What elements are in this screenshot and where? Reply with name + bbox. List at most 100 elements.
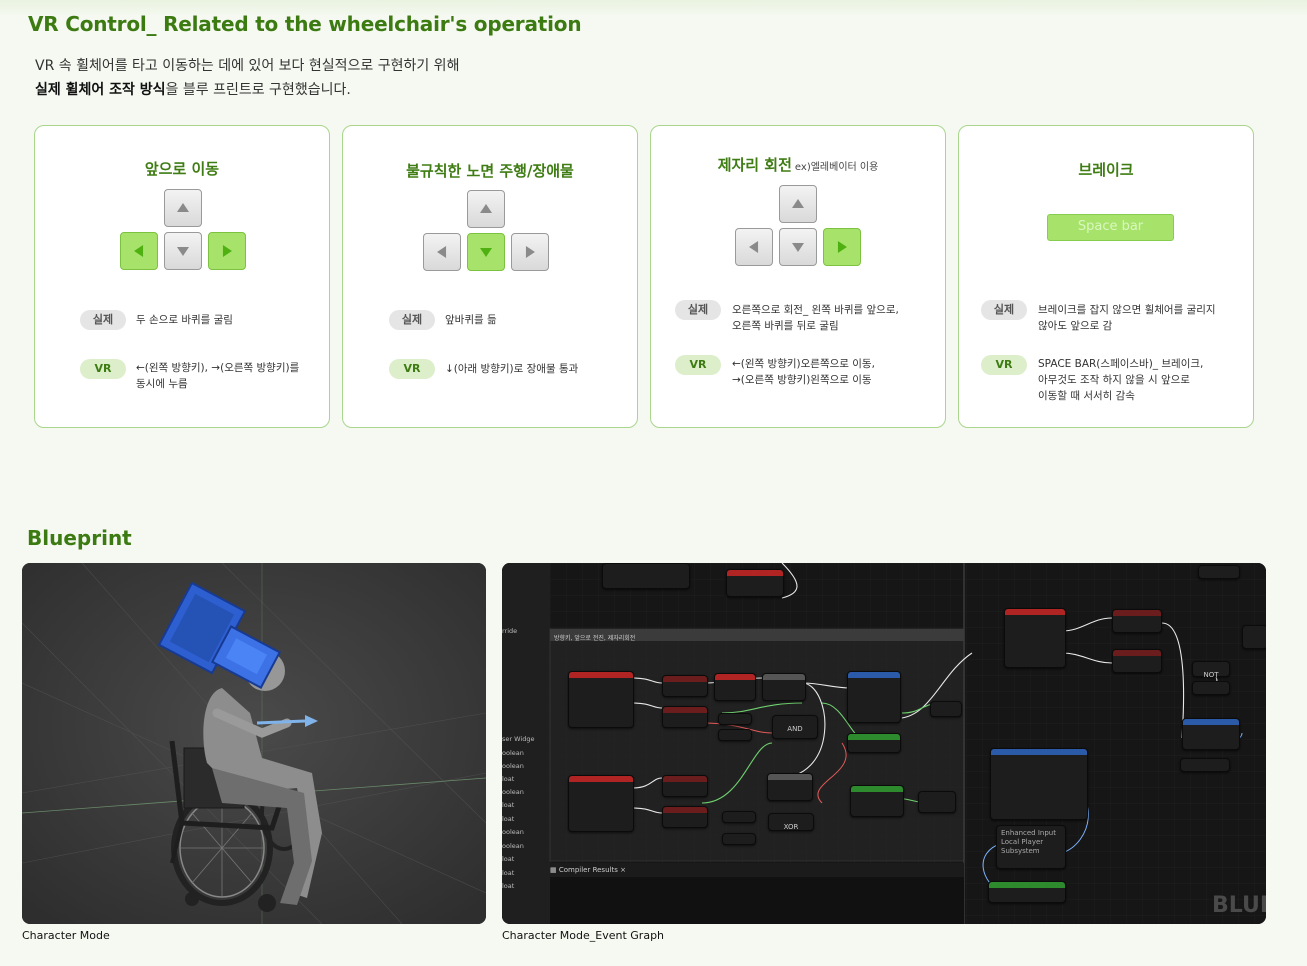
add-input-node[interactable] <box>850 785 904 817</box>
branch-node[interactable] <box>767 773 813 801</box>
intro-text-line-1: VR 속 휠체어를 타고 이동하는 데에 있어 보다 현실적으로 구현하기 위해 <box>35 58 460 74</box>
compiler-results-tab[interactable]: ▦ Compiler Results × <box>550 866 626 874</box>
vr-line: ←(왼쪽 방향키)오른쪽으로 이동, <box>732 358 875 370</box>
close-icon[interactable]: × <box>620 866 626 874</box>
control-card-forward: 앞으로 이동 실제 두 손으로 바퀴를 굴림 VR ←(왼쪽 방향키), →(오… <box>34 125 330 428</box>
real-description: 오른쪽으로 회전_ 왼쪽 바퀴를 앞으로, 오른쪽 바퀴를 뒤로 굴림 <box>732 302 899 334</box>
left-arrow-key <box>120 232 158 270</box>
card-title-example: ex)엘레베이터 이용 <box>794 162 879 173</box>
set-braking-node[interactable] <box>1112 609 1162 633</box>
input-action-node[interactable] <box>568 775 634 832</box>
make-vector-node[interactable] <box>930 701 962 717</box>
node-header <box>1113 610 1161 616</box>
event-graph-viewport: ser Widge oolean oolean loat oolean loat… <box>502 563 1266 924</box>
node-header <box>1183 719 1239 725</box>
variable-row[interactable]: oolean <box>502 842 545 850</box>
and-node[interactable]: AND <box>772 715 818 739</box>
node-header <box>715 674 755 680</box>
truncated-node[interactable] <box>1242 625 1266 649</box>
is-braking-get-node[interactable] <box>1192 681 1230 695</box>
variable-row[interactable]: ser Widge <box>502 735 545 743</box>
variable-row[interactable]: loat <box>502 882 545 890</box>
left-pressed-node[interactable] <box>1198 565 1240 579</box>
set-movement-immobility-node[interactable] <box>1182 718 1240 750</box>
vr-line: SPACE BAR(스페이스바)_ 브레이크, <box>1038 358 1204 370</box>
event-tick-node[interactable] <box>714 673 756 701</box>
up-arrow-icon <box>792 199 804 209</box>
real-line: 않아도 앞으로 감 <box>1038 320 1113 332</box>
comment-label: 방향키, 앞으로 전진, 제자리회전 <box>554 635 636 642</box>
character-wheelchair-render <box>22 563 486 924</box>
vr-badge: VR <box>80 359 126 379</box>
variable-row[interactable]: loat <box>502 775 545 783</box>
and-node-label: AND <box>787 725 803 733</box>
set-node[interactable] <box>662 675 708 697</box>
left-arrow-key <box>735 228 773 266</box>
blueprint-section-title: Blueprint <box>27 526 132 550</box>
variable-row[interactable]: oolean <box>502 828 545 836</box>
real-line: 오른쪽으로 회전_ 왼쪽 바퀴를 앞으로, <box>732 304 899 316</box>
set-node[interactable] <box>662 706 708 728</box>
node-header <box>851 786 903 792</box>
node-header <box>848 734 900 740</box>
variable-row[interactable]: loat <box>502 869 545 877</box>
not-node[interactable]: NOT <box>1192 661 1230 679</box>
control-card-brake: 브레이크 Space bar 실제 브레이크를 잡지 않으면 휠체어를 굴리지 … <box>958 125 1254 428</box>
blueprint-watermark: BLUE <box>1212 893 1266 918</box>
variable-get-node[interactable] <box>718 713 752 725</box>
vr-line: 동시에 누름 <box>136 378 188 390</box>
get-player-controller-node[interactable] <box>988 881 1066 903</box>
node-header <box>763 674 805 680</box>
node-header <box>989 882 1065 888</box>
add-movement-input-node[interactable] <box>847 671 901 723</box>
card-title: 브레이크 <box>1078 161 1134 179</box>
override-dropdown[interactable]: rride <box>502 627 517 635</box>
control-card-rotate: 제자리 회전 ex)엘레베이터 이용 실제 오른쪽으로 회전_ 왼쪽 바퀴를 앞으… <box>650 125 946 428</box>
left-arrow-icon <box>134 245 144 257</box>
real-badge: 실제 <box>675 300 721 320</box>
get-node[interactable] <box>918 791 956 813</box>
node-header <box>848 672 900 678</box>
variable-row[interactable]: oolean <box>502 749 545 757</box>
variable-get-node[interactable] <box>722 811 756 823</box>
variable-get-node[interactable] <box>722 833 756 845</box>
get-actor-vector-node[interactable] <box>847 733 901 753</box>
down-arrow-icon <box>177 246 189 256</box>
variable-row[interactable]: loat <box>502 815 545 823</box>
add-mapping-context-node[interactable] <box>990 748 1088 820</box>
real-description: 브레이크를 잡지 않으면 휠체어를 굴리지 않아도 앞으로 감 <box>1038 302 1216 334</box>
enhanced-input-subsystem-node[interactable]: Enhanced Input Local Player Subsystem <box>996 825 1066 869</box>
input-action-node[interactable] <box>568 671 634 728</box>
vr-line: 이동할 때 서서히 감속 <box>1038 390 1135 402</box>
event-touch-node[interactable] <box>726 569 784 597</box>
vr-description: ←(왼쪽 방향키)오른쪽으로 이동, →(오른쪽 방향키)왼쪽으로 이동 <box>732 356 875 388</box>
intro-bold-phrase: 실제 휠체어 조작 방식 <box>35 82 166 98</box>
card-title: 불규칙한 노면 주행/장애물 <box>406 162 574 180</box>
node-header <box>991 749 1087 755</box>
real-description: 앞바퀴를 듦 <box>445 314 497 326</box>
xor-node[interactable]: XOR <box>768 813 814 831</box>
node-header <box>569 672 633 678</box>
node-header <box>569 776 633 782</box>
branch-node[interactable] <box>762 673 806 701</box>
card-title-main: 제자리 회전 <box>717 156 792 174</box>
right-image-caption: Character Mode_Event Graph <box>502 929 665 942</box>
card-title: 앞으로 이동 <box>144 160 220 178</box>
node-header <box>1005 609 1065 615</box>
xor-node-label: XOR <box>783 823 799 831</box>
variable-get-node[interactable] <box>718 729 752 741</box>
variable-row[interactable]: loat <box>502 855 545 863</box>
compiler-results-label: Compiler Results <box>558 866 618 874</box>
down-arrow-key <box>467 233 505 271</box>
variable-row[interactable]: oolean <box>502 788 545 796</box>
variable-row[interactable]: oolean <box>502 762 545 770</box>
axis-node[interactable] <box>602 563 690 589</box>
set-braking-node[interactable] <box>1112 649 1162 673</box>
character-movement-node[interactable] <box>1180 758 1230 772</box>
set-node[interactable] <box>662 775 708 797</box>
enhanced-input-brake-node[interactable] <box>1004 608 1066 668</box>
variable-row[interactable]: loat <box>502 801 545 809</box>
down-arrow-key <box>779 228 817 266</box>
right-arrow-key <box>208 232 246 270</box>
set-node[interactable] <box>662 806 708 828</box>
